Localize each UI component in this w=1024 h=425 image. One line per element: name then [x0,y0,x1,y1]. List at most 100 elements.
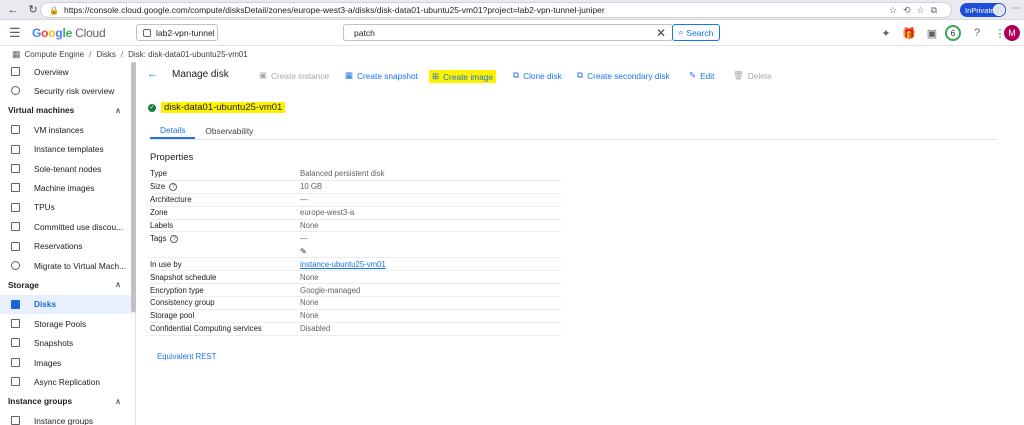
sidebar-item-images[interactable]: Images [0,353,135,372]
edit-tags-pencil-icon[interactable]: ✎ [300,247,307,256]
clear-search-icon[interactable]: ✕ [656,26,666,40]
console-header: ☰ Google Cloud lab2-vpn-tunnel patch ✕ ⌕ … [0,20,1024,46]
pencil-icon: ✎ [689,70,697,80]
vm-icon [11,125,20,135]
notifications-badge[interactable]: 6 [945,25,961,41]
refresh-icon[interactable]: ↻ [26,3,40,17]
breadcrumb: ▦ Compute Engine / Disks / Disk: disk-da… [12,48,248,59]
properties-table: Type Balanced persistent disk Size? 10 GB … [150,168,561,336]
secondary-disk-icon: ⧉ [577,70,584,80]
security-icon [11,86,20,96]
brand-cloud: Cloud [75,26,106,40]
sidebar-item-vm-instances[interactable]: VM instances [0,120,135,139]
edit-button[interactable]: ✎ Edit [689,70,714,81]
sidebar-item-async-replication[interactable]: Async Replication [0,372,135,391]
table-row: Type Balanced persistent disk [150,168,561,181]
sidebar-item-committed-use[interactable]: Committed use discou... [0,217,135,236]
create-instance-button[interactable]: ▣ Create instance [259,70,329,81]
table-row: Size? 10 GB [150,181,561,194]
table-row: ✎ [150,245,561,259]
sidebar-item-snapshots[interactable]: Snapshots [0,333,135,352]
snapshot-icon [11,338,20,348]
overview-icon [11,67,20,76]
sidebar-item-security-risk[interactable]: Security risk overview [0,81,135,100]
search-button[interactable]: ⌕ Search [672,24,720,41]
disk-title: ✓ disk-data01-ubuntu25-vm01 [148,102,286,113]
brand-google: Google [32,26,73,40]
sidebar-section-vms[interactable]: Virtual machines ∧ [0,101,135,120]
search-value: patch [354,27,375,38]
google-cloud-logo[interactable]: Google Cloud [32,26,106,40]
gift-icon[interactable]: 🎁 [899,23,919,43]
tab-observability[interactable]: Observability [195,123,263,139]
sole-tenant-icon [11,163,20,173]
sidebar-item-sole-tenant[interactable]: Sole-tenant nodes [0,159,135,178]
sidebar-item-overview[interactable]: Overview [0,62,135,81]
template-icon [11,144,20,154]
back-arrow-icon[interactable]: ← [147,68,158,80]
chevron-up-icon: ∧ [115,396,121,406]
sidebar-item-storage-pools[interactable]: Storage Pools [0,314,135,333]
chevron-up-icon: ∧ [115,105,121,115]
table-row: Snapshot schedule None [150,271,561,285]
tpu-icon [11,202,20,212]
tab-details[interactable]: Details [150,123,196,139]
table-row: Consistency group None [150,297,561,310]
create-secondary-disk-button[interactable]: ⧉ Create secondary disk [577,70,670,81]
disk-name: disk-data01-ubuntu25-vm01 [161,102,286,113]
help-icon[interactable]: ? [967,23,987,43]
table-row: Zone europe-west3-a [150,207,561,220]
address-bar-actions-icon[interactable]: ☆⟲☆⧉ [889,5,943,16]
sidebar-section-instance-groups[interactable]: Instance groups ∧ [0,392,135,411]
breadcrumb-disk: Disk: disk-data01-ubuntu25-vm01 [128,49,248,59]
sidebar-item-migrate[interactable]: Migrate to Virtual Mach... [0,256,135,275]
search-input[interactable]: patch ✕ [343,24,673,41]
sidebar-item-machine-images[interactable]: Machine images [0,178,135,197]
trash-icon: 🗑 [733,70,744,80]
help-icon[interactable]: ? [170,234,179,243]
migrate-icon [11,260,20,270]
sidebar-item-reservations[interactable]: Reservations [0,237,135,256]
sidebar-item-instance-templates[interactable]: Instance templates [0,140,135,159]
help-icon[interactable]: ? [169,182,178,191]
sidebar-item-tpus[interactable]: TPUs [0,198,135,217]
snapshot-icon: ▦ [345,70,354,80]
table-row: Encryption type Google-managed [150,284,561,298]
action-toolbar: ← Manage disk ▣ Create instance ▦ Create s… [137,62,1024,88]
image-icon [11,357,20,367]
create-snapshot-button[interactable]: ▦ Create snapshot [345,70,418,81]
clone-disk-button[interactable]: ⧉ Clone disk [513,70,562,81]
storage-pool-icon [11,319,20,329]
table-row: Labels None [150,220,561,233]
browser-menu-icon[interactable]: ⋯ [1011,3,1021,14]
project-selector[interactable]: lab2-vpn-tunnel [136,24,218,41]
search-button-label: Search [686,27,714,38]
cloud-shell-icon[interactable]: ▣ [922,23,942,43]
instance-group-icon [11,416,20,425]
hamburger-menu-icon[interactable]: ☰ [9,26,21,39]
add-instance-icon: ▣ [259,70,268,80]
inprivate-label: InPrivate [965,5,995,15]
table-row: In use by instance-ubuntu25-vm01 [150,258,561,272]
breadcrumb-compute-engine[interactable]: Compute Engine [25,50,85,59]
create-image-button[interactable]: ⊞ Create image [429,70,496,83]
sidebar-section-storage[interactable]: Storage ∧ [0,275,135,294]
delete-button[interactable]: 🗑 Delete [733,70,772,81]
address-bar[interactable]: 🔒 https://console.cloud.google.com/compu… [40,2,952,18]
table-row: Confidential Computing services Disabled [150,323,561,336]
gemini-icon[interactable]: ✦ [876,23,896,43]
lock-icon: 🔒 [49,5,59,15]
sidebar-item-disks[interactable]: Disks [0,294,135,315]
inprivate-badge[interactable]: InPrivate [960,3,1006,17]
back-arrow-icon[interactable]: ← [6,3,20,17]
sidebar-scrollbar[interactable] [131,62,136,312]
profile-icon [993,4,1005,16]
table-row: Architecture — [150,194,561,207]
breadcrumb-disks[interactable]: Disks [96,50,116,59]
sidebar: Overview Security risk overview Virtual … [0,62,136,425]
project-name: lab2-vpn-tunnel [156,27,215,38]
in-use-by-link[interactable]: instance-ubuntu25-vm01 [300,260,386,269]
sidebar-item-instance-groups[interactable]: Instance groups [0,411,135,425]
equivalent-rest-link[interactable]: Equivalent REST [157,352,216,361]
avatar[interactable]: M [1004,25,1020,41]
